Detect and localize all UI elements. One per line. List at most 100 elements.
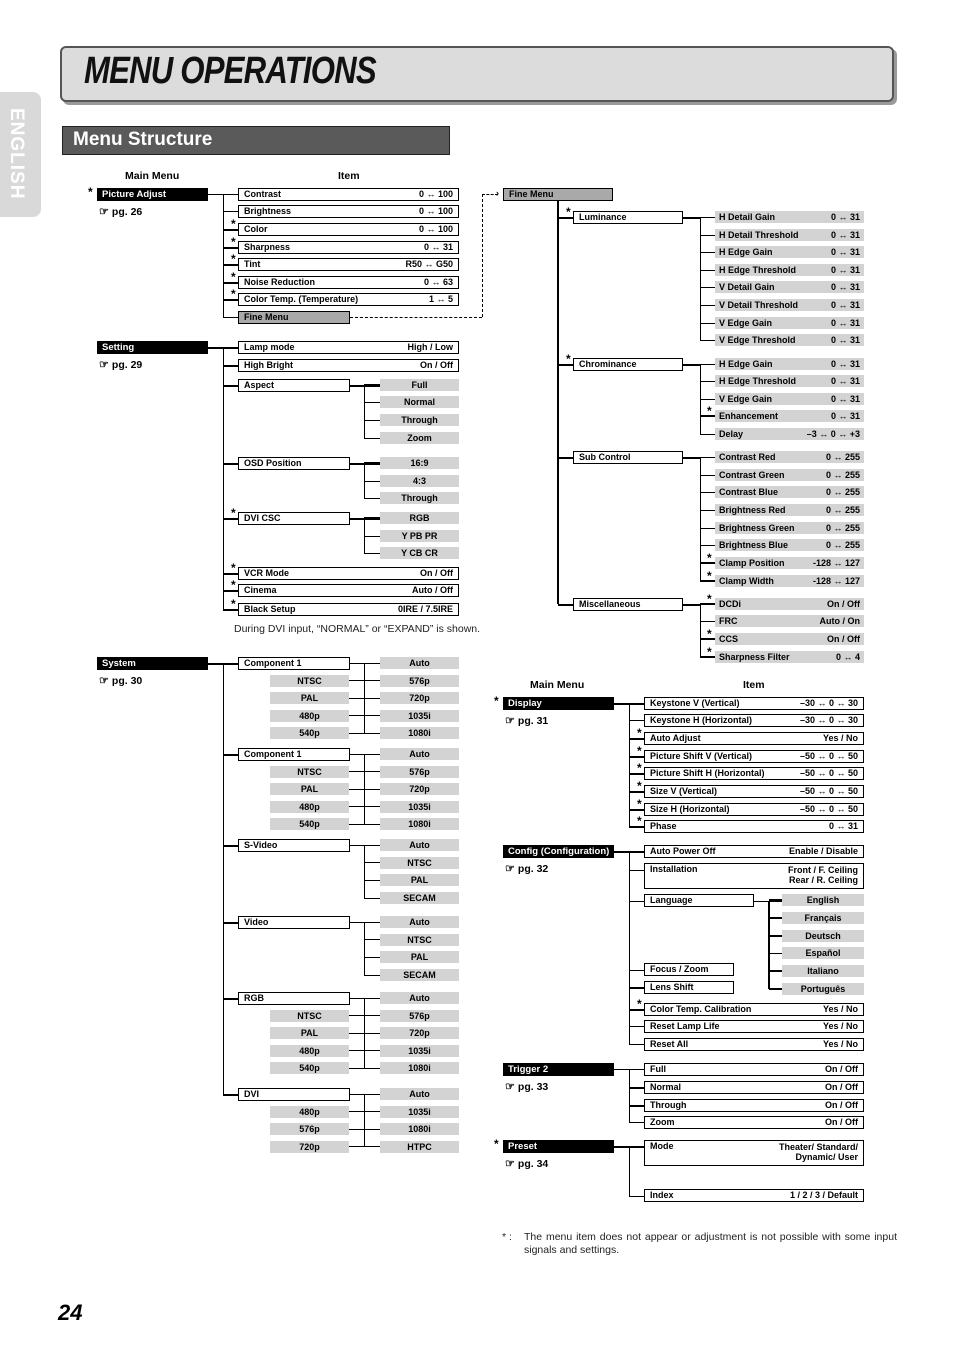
- system-option-right[interactable]: Auto: [380, 992, 459, 1004]
- picture-adjust-item[interactable]: Noise Reduction 0 ↔ 63: [238, 276, 459, 289]
- fine-menu-item[interactable]: Enhancement 0 ↔ 31: [715, 410, 864, 422]
- setting-item[interactable]: OSD Position: [238, 457, 350, 470]
- system-option-right[interactable]: 1080i: [380, 1062, 459, 1075]
- setting-option[interactable]: Y PB PR: [380, 530, 459, 542]
- picture-adjust-item[interactable]: Contrast 0 ↔ 100: [238, 188, 459, 201]
- setting-item[interactable]: High Bright On / Off: [238, 359, 459, 372]
- system-option-left[interactable]: PAL: [270, 1027, 349, 1040]
- setting-item[interactable]: Cinema Auto / Off: [238, 584, 459, 597]
- setting-option[interactable]: Zoom: [380, 432, 459, 444]
- config-language[interactable]: Language: [644, 894, 754, 907]
- fine-menu-item[interactable]: H Detail Gain 0 ↔ 31: [715, 211, 864, 223]
- display-page-ref[interactable]: ☞ pg. 31: [505, 714, 548, 727]
- display-item[interactable]: Keystone H (Horizontal) –30 ↔ 0 ↔ 30: [644, 714, 864, 727]
- setting-option[interactable]: Normal: [380, 396, 459, 408]
- config-auto-power-off[interactable]: Auto Power Off Enable / Disable: [644, 845, 864, 858]
- system-group[interactable]: Component 1: [238, 748, 350, 761]
- setting-option[interactable]: 4:3: [380, 475, 459, 487]
- system-option-right[interactable]: 1035i: [380, 800, 459, 813]
- fine-menu-item[interactable]: H Edge Gain 0 ↔ 31: [715, 246, 864, 258]
- fine-menu-item[interactable]: Contrast Green 0 ↔ 255: [715, 469, 864, 481]
- setting-option[interactable]: 16:9: [380, 457, 459, 469]
- fine-menu-item[interactable]: V Detail Threshold 0 ↔ 31: [715, 299, 864, 311]
- config-item[interactable]: Reset Lamp Life Yes / No: [644, 1020, 864, 1033]
- fine-menu-item[interactable]: V Edge Gain 0 ↔ 31: [715, 393, 864, 405]
- system-option-right[interactable]: SECAM: [380, 892, 459, 905]
- fine-menu-header[interactable]: Fine Menu: [503, 188, 613, 201]
- setting-item[interactable]: DVI CSC: [238, 512, 350, 525]
- setting-item[interactable]: VCR Mode On / Off: [238, 567, 459, 580]
- system-option-right[interactable]: 720p: [380, 783, 459, 796]
- trigger-2-menu[interactable]: Trigger 2: [503, 1063, 614, 1076]
- system-option-left[interactable]: PAL: [270, 692, 349, 705]
- system-option-left[interactable]: PAL: [270, 783, 349, 796]
- system-option-left[interactable]: NTSC: [270, 674, 349, 687]
- fine-menu-item[interactable]: V Edge Threshold 0 ↔ 31: [715, 334, 864, 346]
- system-page-ref[interactable]: ☞ pg. 30: [99, 674, 142, 687]
- system-option-right[interactable]: 720p: [380, 692, 459, 705]
- system-option-right[interactable]: Auto: [380, 748, 459, 760]
- fine-menu-item[interactable]: H Edge Threshold 0 ↔ 31: [715, 375, 864, 387]
- setting-item[interactable]: Aspect: [238, 379, 350, 392]
- config-installation[interactable]: Installation Front / F. Ceiling Rear / R.…: [644, 863, 864, 889]
- setting-option[interactable]: Y CB CR: [380, 547, 459, 559]
- system-option-right[interactable]: NTSC: [380, 856, 459, 869]
- system-option-right[interactable]: PAL: [380, 951, 459, 964]
- config-focus-zoom[interactable]: Focus / Zoom: [644, 963, 734, 976]
- system-option-right[interactable]: PAL: [380, 874, 459, 887]
- system-option-left[interactable]: NTSC: [270, 765, 349, 778]
- system-option-right[interactable]: SECAM: [380, 969, 459, 982]
- picture-adjust-item[interactable]: Tint R50 ↔ G50: [238, 258, 459, 271]
- system-option-left[interactable]: 480p: [270, 1044, 349, 1057]
- fine-menu-group[interactable]: Luminance: [573, 211, 683, 224]
- trigger-2-item[interactable]: Zoom On / Off: [644, 1116, 864, 1129]
- fine-menu-item[interactable]: H Detail Threshold 0 ↔ 31: [715, 229, 864, 241]
- preset-index[interactable]: Index 1 / 2 / 3 / Default: [644, 1189, 864, 1202]
- setting-item[interactable]: Black Setup 0IRE / 7.5IRE: [238, 603, 459, 616]
- fine-menu-item[interactable]: Brightness Green 0 ↔ 255: [715, 522, 864, 534]
- system-option-left[interactable]: 480p: [270, 1105, 349, 1118]
- fine-menu-item[interactable]: Brightness Red 0 ↔ 255: [715, 504, 864, 516]
- system-option-right[interactable]: 576p: [380, 765, 459, 778]
- picture-adjust-item[interactable]: Brightness 0 ↔ 100: [238, 205, 459, 218]
- setting-option[interactable]: RGB: [380, 512, 459, 524]
- display-item[interactable]: Size V (Vertical) –50 ↔ 0 ↔ 50: [644, 785, 864, 798]
- system-group[interactable]: Component 1: [238, 657, 350, 670]
- setting-item[interactable]: Lamp mode High / Low: [238, 341, 459, 354]
- fine-menu-item[interactable]: Sharpness Filter 0 ↔ 4: [715, 651, 864, 663]
- display-item[interactable]: Keystone V (Vertical) –30 ↔ 0 ↔ 30: [644, 697, 864, 710]
- trigger-2-item[interactable]: Normal On / Off: [644, 1081, 864, 1094]
- preset-page-ref[interactable]: ☞ pg. 34: [505, 1157, 548, 1170]
- display-item[interactable]: Auto Adjust Yes / No: [644, 732, 864, 745]
- fine-menu-item[interactable]: V Detail Gain 0 ↔ 31: [715, 281, 864, 293]
- system-option-right[interactable]: Auto: [380, 657, 459, 669]
- system-option-right[interactable]: HTPC: [380, 1140, 459, 1153]
- system-option-left[interactable]: 540p: [270, 818, 349, 831]
- system-option-right[interactable]: Auto: [380, 839, 459, 851]
- system-option-left[interactable]: 720p: [270, 1140, 349, 1153]
- system-option-right[interactable]: 576p: [380, 674, 459, 687]
- fine-menu-item[interactable]: Clamp Width -128 ↔ 127: [715, 575, 864, 587]
- system-option-right[interactable]: 1035i: [380, 1044, 459, 1057]
- system-option-left[interactable]: NTSC: [270, 1009, 349, 1022]
- language-option[interactable]: Português: [782, 983, 864, 995]
- language-option[interactable]: English: [782, 894, 864, 906]
- fine-menu-group[interactable]: Sub Control: [573, 451, 683, 464]
- system-option-left[interactable]: 576p: [270, 1123, 349, 1136]
- picture-adjust-item[interactable]: Color Temp. (Temperature) 1 ↔ 5: [238, 293, 459, 306]
- config-item[interactable]: Color Temp. Calibration Yes / No: [644, 1003, 864, 1016]
- system-option-right[interactable]: 1080i: [380, 1123, 459, 1136]
- picture-adjust-menu[interactable]: Picture Adjust: [97, 188, 208, 201]
- system-menu[interactable]: System: [97, 657, 208, 670]
- system-option-left[interactable]: 480p: [270, 709, 349, 722]
- system-option-right[interactable]: NTSC: [380, 933, 459, 946]
- picture-adjust-page-ref[interactable]: ☞ pg. 26: [99, 205, 142, 218]
- fine-menu-item[interactable]: Contrast Blue 0 ↔ 255: [715, 486, 864, 498]
- setting-option[interactable]: Full: [380, 379, 459, 391]
- display-menu[interactable]: Display: [503, 697, 614, 710]
- fine-menu-item[interactable]: CCS On / Off: [715, 633, 864, 645]
- fine-menu-item[interactable]: Clamp Position -128 ↔ 127: [715, 557, 864, 569]
- fine-menu-item[interactable]: H Edge Gain 0 ↔ 31: [715, 358, 864, 370]
- system-option-left[interactable]: 540p: [270, 1062, 349, 1075]
- picture-adjust-item[interactable]: Fine Menu: [238, 311, 350, 324]
